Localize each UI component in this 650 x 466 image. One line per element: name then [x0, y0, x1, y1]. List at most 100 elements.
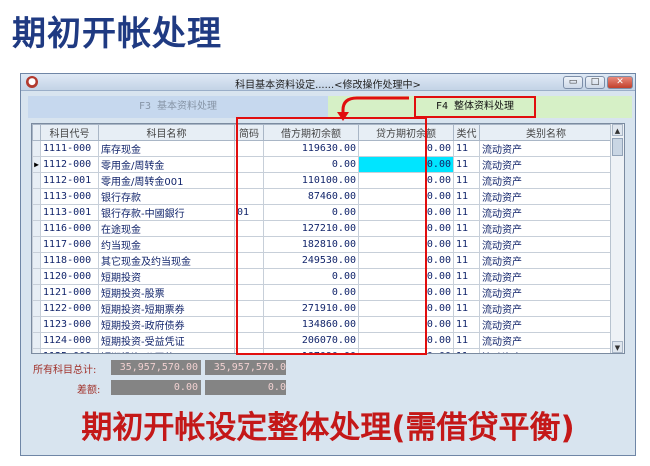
cell-catname[interactable]: 流动资产: [479, 172, 613, 189]
cell-catname[interactable]: 流动资产: [479, 220, 613, 237]
cell-name[interactable]: 短期投资-受益凭证: [98, 332, 235, 349]
cell-catname[interactable]: 流动资产: [479, 156, 613, 173]
table-row[interactable]: 1117-000 约当现金 182810.00 0.00 11 流动资产: [32, 236, 613, 253]
row-indicator[interactable]: ▶: [32, 156, 41, 173]
row-indicator[interactable]: [32, 204, 41, 221]
cell-credit[interactable]: 0.00: [358, 348, 454, 353]
column-header-name[interactable]: 科目名称: [98, 124, 235, 141]
cell-credit[interactable]: 0.00: [358, 300, 454, 317]
cell-debit[interactable]: 206070.00: [263, 332, 359, 349]
cell-debit[interactable]: 249530.00: [263, 252, 359, 269]
column-header-catname[interactable]: 类别名称: [479, 124, 613, 141]
cell-short[interactable]: [234, 316, 264, 333]
cell-credit[interactable]: 0.00: [358, 236, 454, 253]
cell-code[interactable]: 1121-000: [40, 284, 99, 301]
account-grid[interactable]: 科目代号 科目名称 简码 借方期初余额 贷方期初余额 类代 类别名称 1111-…: [31, 123, 625, 354]
cell-catname[interactable]: 流动资产: [479, 284, 613, 301]
cell-catname[interactable]: 流动资产: [479, 300, 613, 317]
cell-cat[interactable]: 11: [453, 236, 480, 253]
cell-credit[interactable]: 0.00: [358, 316, 454, 333]
cell-debit[interactable]: 0.00: [263, 284, 359, 301]
scroll-down-icon[interactable]: ▼: [612, 341, 623, 353]
scroll-thumb[interactable]: [612, 138, 623, 156]
row-indicator[interactable]: [32, 300, 41, 317]
maximize-button[interactable]: □: [585, 76, 605, 89]
cell-catname[interactable]: 流动资产: [479, 140, 613, 157]
row-indicator[interactable]: [32, 140, 41, 157]
cell-cat[interactable]: 11: [453, 188, 480, 205]
cell-credit[interactable]: 0.00: [358, 204, 454, 221]
table-row[interactable]: 1118-000 其它现金及约当现金 249530.00 0.00 11 流动资产: [32, 252, 613, 269]
table-row[interactable]: ▶ 1112-000 零用金/周转金 0.00 0.00 11 流动资产: [32, 156, 613, 173]
column-header-credit[interactable]: 贷方期初余额: [358, 124, 454, 141]
cell-name[interactable]: 在途现金: [98, 220, 235, 237]
row-indicator[interactable]: [32, 268, 41, 285]
tab-basic-data[interactable]: F3 基本资料处理: [28, 96, 328, 118]
table-row[interactable]: 1113-001 银行存款-中國銀行 01 0.00 0.00 11 流动资产: [32, 204, 613, 221]
cell-short[interactable]: [234, 220, 264, 237]
table-row[interactable]: 1122-000 短期投资-短期票券 271910.00 0.00 11 流动资产: [32, 300, 613, 317]
cell-code[interactable]: 1120-000: [40, 268, 99, 285]
cell-code[interactable]: 1113-001: [40, 204, 99, 221]
cell-name[interactable]: 其它现金及约当现金: [98, 252, 235, 269]
cell-short[interactable]: [234, 140, 264, 157]
table-row[interactable]: 1116-000 在途现金 127210.00 0.00 11 流动资产: [32, 220, 613, 237]
table-row[interactable]: 1125-000短期投资-公司债 187090.000.0011流动资产: [32, 348, 613, 353]
cell-short[interactable]: [234, 188, 264, 205]
table-row[interactable]: 1121-000 短期投资-股票 0.00 0.00 11 流动资产: [32, 284, 613, 301]
cell-cat[interactable]: 11: [453, 172, 480, 189]
column-header-code[interactable]: 科目代号: [40, 124, 99, 141]
cell-code[interactable]: 1116-000: [40, 220, 99, 237]
cell-cat[interactable]: 11: [453, 156, 480, 173]
table-row[interactable]: 1124-000 短期投资-受益凭证 206070.00 0.00 11 流动资产: [32, 332, 613, 349]
cell-credit[interactable]: 0.00: [358, 332, 454, 349]
table-row[interactable]: 1120-000 短期投资 0.00 0.00 11 流动资产: [32, 268, 613, 285]
cell-credit[interactable]: 0.00: [358, 188, 454, 205]
table-row[interactable]: 1112-001 零用金/周转金001 110100.00 0.00 11 流动资产: [32, 172, 613, 189]
cell-name[interactable]: 短期投资-短期票券: [98, 300, 235, 317]
cell-cat[interactable]: 11: [453, 300, 480, 317]
cell-cat[interactable]: 11: [453, 284, 480, 301]
cell-cat[interactable]: 11: [453, 252, 480, 269]
cell-short[interactable]: [234, 172, 264, 189]
row-indicator[interactable]: [32, 220, 41, 237]
row-indicator[interactable]: [32, 252, 41, 269]
cell-debit[interactable]: 127210.00: [263, 220, 359, 237]
cell-name[interactable]: 约当现金: [98, 236, 235, 253]
row-indicator[interactable]: [32, 284, 41, 301]
scroll-up-icon[interactable]: ▲: [612, 124, 623, 136]
cell-short[interactable]: [234, 300, 264, 317]
close-button[interactable]: ✕: [607, 76, 633, 89]
row-indicator[interactable]: [32, 348, 41, 353]
cell-short[interactable]: [234, 284, 264, 301]
title-bar[interactable]: ● 科目基本资料设定......<修改操作处理中> ▭ □ ✕: [21, 74, 635, 91]
cell-short[interactable]: [234, 156, 264, 173]
cell-debit[interactable]: 182810.00: [263, 236, 359, 253]
cell-cat[interactable]: 11: [453, 268, 480, 285]
cell-name[interactable]: 银行存款-中國銀行: [98, 204, 235, 221]
cell-credit[interactable]: 0.00: [358, 172, 454, 189]
cell-code[interactable]: 1122-000: [40, 300, 99, 317]
cell-short[interactable]: [234, 348, 264, 353]
row-indicator[interactable]: [32, 172, 41, 189]
cell-name[interactable]: 零用金/周转金001: [98, 172, 235, 189]
cell-name[interactable]: 短期投资-股票: [98, 284, 235, 301]
tab-overall-data[interactable]: F4 整体资料处理: [414, 96, 536, 118]
cell-credit[interactable]: 0.00: [358, 220, 454, 237]
cell-credit[interactable]: 0.00: [358, 140, 454, 157]
cell-catname[interactable]: 流动资产: [479, 332, 613, 349]
cell-code[interactable]: 1113-000: [40, 188, 99, 205]
cell-catname[interactable]: 流动资产: [479, 236, 613, 253]
cell-catname[interactable]: 流动资产: [479, 188, 613, 205]
cell-catname[interactable]: 流动资产: [479, 268, 613, 285]
minimize-button[interactable]: ▭: [563, 76, 583, 89]
cell-short[interactable]: [234, 268, 264, 285]
cell-credit[interactable]: 0.00: [358, 156, 454, 173]
cell-catname[interactable]: 流动资产: [479, 316, 613, 333]
cell-catname[interactable]: 流动资产: [479, 252, 613, 269]
cell-name[interactable]: 零用金/周转金: [98, 156, 235, 173]
cell-catname[interactable]: 流动资产: [479, 204, 613, 221]
cell-debit[interactable]: 271910.00: [263, 300, 359, 317]
cell-code[interactable]: 1118-000: [40, 252, 99, 269]
cell-code[interactable]: 1117-000: [40, 236, 99, 253]
